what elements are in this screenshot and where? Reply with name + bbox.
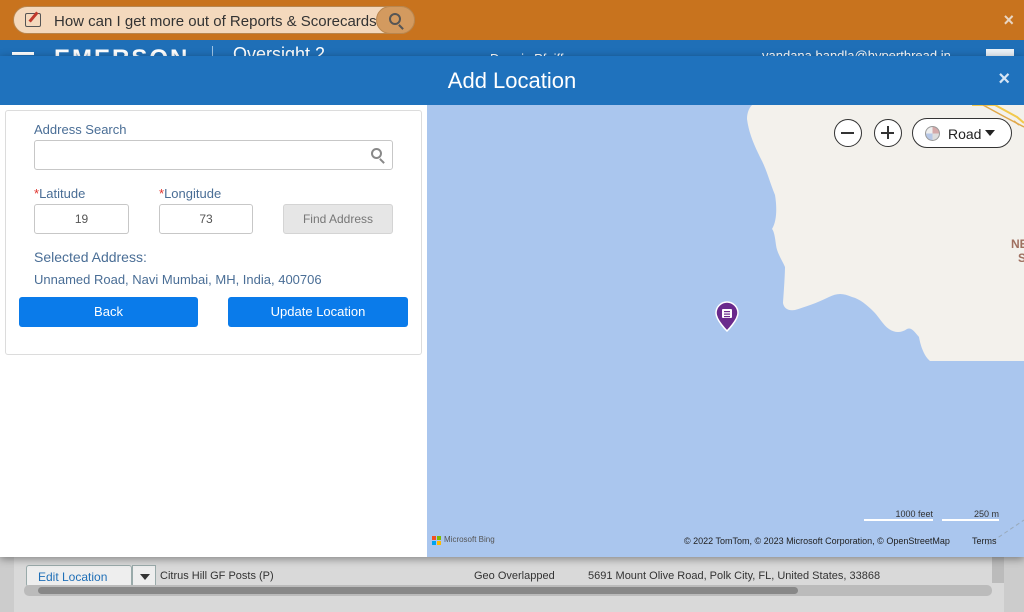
table-row: Edit Location Citrus Hill GF Posts (P) G…: [14, 557, 1004, 612]
help-search-button[interactable]: [376, 6, 415, 34]
horizontal-scrollbar[interactable]: [24, 585, 992, 596]
longitude-input[interactable]: 73: [159, 204, 253, 234]
longitude-label: *Longitude: [159, 186, 221, 201]
modal-title: Add Location: [447, 68, 577, 93]
latitude-label-text: Latitude: [39, 186, 86, 201]
map-terms-link[interactable]: Terms: [972, 536, 997, 546]
help-close-button[interactable]: ×: [1003, 10, 1014, 31]
search-icon: [389, 13, 401, 25]
edit-location-button[interactable]: Edit Location: [26, 565, 132, 587]
address-search-label: Address Search: [34, 122, 127, 137]
scale-bar-meters: 250 m: [942, 509, 999, 521]
map-provider: Microsoft Bing: [444, 535, 495, 544]
map-place-label-line1: NE: [1011, 237, 1024, 251]
scale-bar-feet: 1000 feet: [864, 509, 933, 521]
map-type-selector[interactable]: Road: [912, 118, 1012, 148]
scrollbar-thumb[interactable]: [38, 587, 798, 594]
help-bar: How can I get more out of Reports & Scor…: [0, 0, 1024, 40]
latitude-label: *Latitude: [34, 186, 85, 201]
location-form: Address Search *Latitude 19 *Longitude 7…: [5, 110, 422, 355]
help-search-pill[interactable]: How can I get more out of Reports & Scor…: [13, 6, 415, 34]
map-place-label-line2: S: [1018, 251, 1024, 265]
map-place-label: NE S: [1011, 237, 1024, 265]
help-question[interactable]: How can I get more out of Reports & Scor…: [54, 13, 385, 30]
selected-address-label: Selected Address:: [34, 249, 147, 265]
menu-icon[interactable]: [12, 52, 34, 55]
modal-close-button[interactable]: ×: [998, 68, 1010, 91]
modal-header: Add Location ×: [0, 56, 1024, 105]
update-location-button[interactable]: Update Location: [228, 297, 408, 327]
location-pin-icon[interactable]: [715, 301, 739, 333]
map-copyright: © 2022 TomTom, © 2023 Microsoft Corporat…: [684, 536, 950, 546]
address-search-input[interactable]: [34, 140, 393, 170]
location-name: Citrus Hill GF Posts (P): [160, 570, 274, 582]
zoom-out-button[interactable]: [834, 119, 862, 147]
vertical-scrollbar[interactable]: [992, 557, 1004, 583]
location-address: 5691 Mount Olive Road, Polk City, FL, Un…: [588, 570, 881, 582]
page: How can I get more out of Reports & Scor…: [0, 0, 1024, 612]
edit-location-dropdown[interactable]: [132, 565, 156, 587]
location-status: Geo Overlapped: [474, 570, 555, 582]
map-view[interactable]: Road NE S Microsoft Bing 1000 feet 250 m…: [427, 105, 1024, 557]
latitude-input[interactable]: 19: [34, 204, 129, 234]
back-button[interactable]: Back: [19, 297, 198, 327]
globe-icon: [925, 126, 940, 141]
microsoft-logo-icon: [432, 536, 441, 545]
map-type-label: Road: [948, 126, 982, 142]
edit-icon: [25, 13, 41, 27]
selected-address-value: Unnamed Road, Navi Mumbai, MH, India, 40…: [34, 272, 322, 287]
zoom-in-button[interactable]: [874, 119, 902, 147]
longitude-label-text: Longitude: [164, 186, 222, 201]
caret-down-icon: [985, 130, 995, 141]
add-location-modal: Add Location × Address Search *Latitude …: [0, 56, 1024, 557]
edit-location-label: Edit Location: [38, 570, 108, 584]
find-address-button[interactable]: Find Address: [283, 204, 393, 234]
